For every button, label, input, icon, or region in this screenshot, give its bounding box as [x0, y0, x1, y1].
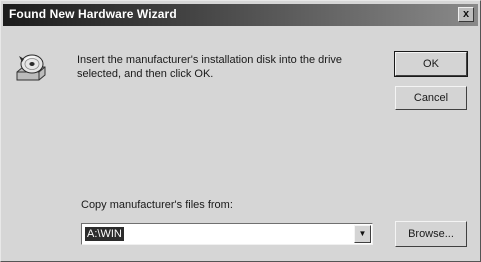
close-icon: x: [462, 8, 470, 20]
window-title: Found New Hardware Wizard: [9, 7, 177, 21]
dropdown-arrow-button[interactable]: ▼: [354, 225, 371, 243]
cancel-button[interactable]: Cancel: [395, 86, 467, 110]
ok-button[interactable]: OK: [394, 51, 468, 77]
disk-icon: [14, 51, 48, 85]
copy-from-combobox[interactable]: A:\WIN ▼: [81, 223, 373, 245]
title-bar[interactable]: Found New Hardware Wizard x: [3, 4, 478, 26]
close-button[interactable]: x: [458, 7, 474, 22]
chevron-down-icon: ▼: [358, 229, 367, 238]
found-new-hardware-dialog: Found New Hardware Wizard x Insert the m…: [0, 0, 481, 262]
browse-button[interactable]: Browse...: [395, 221, 467, 247]
instruction-text: Insert the manufacturer's installation d…: [77, 54, 343, 80]
copy-from-label: Copy manufacturer's files from:: [81, 199, 233, 211]
copy-from-path-value[interactable]: A:\WIN: [85, 227, 124, 241]
